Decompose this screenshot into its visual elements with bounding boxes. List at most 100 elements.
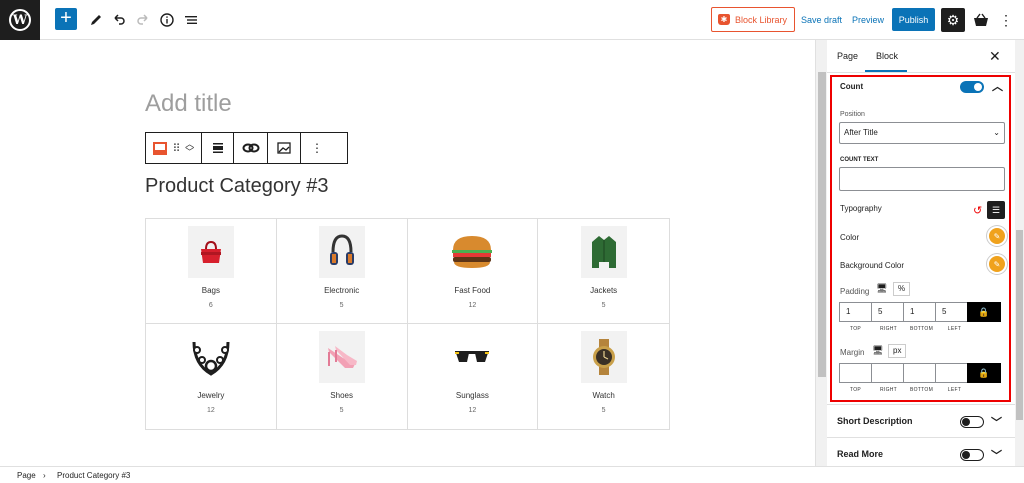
chevron-up-icon[interactable]: ︿ — [992, 78, 1003, 94]
link-button[interactable] — [234, 133, 268, 163]
category-name: Bags — [201, 286, 220, 295]
save-draft-button[interactable]: Save draft — [801, 15, 842, 25]
margin-top-input[interactable] — [839, 363, 872, 383]
close-icon[interactable]: ✕ — [989, 48, 1001, 65]
edit-pencil-icon[interactable] — [84, 8, 108, 32]
margin-right-input[interactable] — [871, 363, 904, 383]
category-count: 6 — [208, 302, 213, 309]
reset-icon[interactable]: ↺ — [973, 204, 982, 217]
margin-left-input[interactable] — [935, 363, 968, 383]
read-more-toggle[interactable] — [960, 449, 984, 461]
category-card[interactable]: Watch 5 — [538, 324, 669, 429]
list-view-icon[interactable] — [179, 8, 203, 32]
count-text-label: COUNT TEXT — [840, 157, 879, 163]
short-description-toggle[interactable] — [960, 416, 984, 428]
margin-bottom-input[interactable] — [903, 363, 936, 383]
block-toolbar: ⠿ ︿ ﹀ ⋮ — [145, 132, 348, 164]
category-count: 5 — [601, 407, 606, 414]
margin-unit-selector[interactable]: px — [888, 344, 907, 358]
desktop-device-icon[interactable]: 🖥 — [876, 283, 887, 294]
block-library-button[interactable]: ✱ Block Library — [711, 7, 795, 32]
block-type-button[interactable]: ⠿ ︿ ﹀ — [146, 133, 202, 163]
details-info-icon[interactable] — [155, 8, 179, 32]
drag-handle-icon[interactable]: ⠿ — [172, 142, 180, 155]
chevron-down-icon[interactable]: ﹀ — [991, 414, 1002, 430]
align-button[interactable] — [202, 133, 234, 163]
padding-label: Padding — [840, 287, 870, 296]
desktop-device-icon[interactable]: 🖥 — [872, 345, 883, 356]
position-label: Position — [840, 111, 865, 118]
top-label: TOP — [849, 387, 862, 393]
padding-unit-selector[interactable]: % — [893, 282, 911, 296]
category-name: Fast Food — [454, 286, 491, 295]
category-card[interactable]: Shoes 5 — [277, 324, 408, 429]
category-card[interactable]: Fast Food 12 — [407, 219, 539, 324]
category-card[interactable]: Bags 6 — [146, 219, 277, 324]
padding-side-labels: TOP RIGHT BOTTOM LEFT — [839, 326, 971, 332]
lock-icon[interactable]: 🔒 — [967, 363, 1001, 383]
necklace-icon — [187, 331, 234, 383]
color-picker-swatch[interactable]: ✎ — [989, 228, 1005, 244]
padding-top-input[interactable]: 1 — [839, 302, 872, 322]
category-card[interactable]: Jewelry 12 — [146, 324, 277, 429]
publish-button[interactable]: Publish — [892, 8, 935, 31]
breadcrumb-separator-icon: › — [43, 471, 46, 480]
padding-left-input[interactable]: 5 — [935, 302, 968, 322]
options-kebab-icon[interactable]: ⋮ — [998, 8, 1014, 32]
sunglasses-icon — [449, 331, 496, 383]
bottom-label: BOTTOM — [909, 387, 934, 393]
category-name: Watch — [592, 391, 615, 400]
category-count: 12 — [206, 407, 215, 414]
top-label: TOP — [849, 326, 862, 332]
canvas-scrollbar-thumb[interactable] — [818, 72, 826, 377]
padding-bottom-input[interactable]: 1 — [903, 302, 936, 322]
post-title-input[interactable]: Add title — [145, 90, 232, 118]
shopping-bag-icon: ✱ — [718, 14, 730, 25]
handbag-icon — [187, 226, 234, 278]
undo-icon[interactable] — [107, 8, 131, 32]
block-library-label: Block Library — [735, 14, 788, 25]
category-count: 5 — [339, 407, 344, 414]
count-label: Count — [840, 82, 864, 91]
sidebar-scrollbar-thumb[interactable] — [1016, 230, 1023, 420]
breadcrumb-block[interactable]: Product Category #3 — [57, 471, 130, 480]
add-block-button[interactable]: + — [55, 8, 77, 30]
wristwatch-icon — [580, 331, 627, 383]
category-card[interactable]: Sunglass 12 — [408, 324, 539, 429]
basket-icon[interactable] — [970, 8, 992, 32]
breadcrumb-page[interactable]: Page — [17, 471, 36, 480]
settings-gear-icon[interactable]: ⚙ — [941, 8, 965, 32]
category-name: Electronic — [324, 286, 360, 295]
margin-label: Margin — [840, 348, 865, 357]
count-text-input[interactable] — [839, 167, 1005, 191]
image-button[interactable] — [268, 133, 301, 163]
tab-block[interactable]: Block — [876, 51, 898, 61]
tab-page[interactable]: Page — [837, 51, 858, 61]
padding-right-input[interactable]: 5 — [871, 302, 904, 322]
category-card[interactable]: Jackets 5 — [538, 219, 669, 324]
category-name: Jackets — [590, 286, 618, 295]
typography-settings-icon[interactable]: ☰ — [987, 201, 1005, 219]
background-color-picker-swatch[interactable]: ✎ — [989, 256, 1005, 272]
category-card[interactable]: Electronic 5 — [276, 219, 408, 324]
align-icon — [212, 143, 223, 153]
sidebar-scrollbar[interactable] — [1015, 40, 1024, 466]
typography-label: Typography — [840, 204, 882, 213]
lock-icon[interactable]: 🔒 — [967, 302, 1001, 322]
move-up-down-icon[interactable]: ︿ ﹀ — [185, 140, 194, 157]
chevron-down-icon[interactable]: ﹀ — [991, 447, 1002, 463]
image-icon — [277, 142, 291, 154]
left-label: LEFT — [947, 387, 962, 393]
margin-side-labels: TOP RIGHT BOTTOM LEFT — [839, 387, 971, 393]
burger-icon — [449, 226, 496, 278]
redo-icon[interactable] — [131, 8, 155, 32]
count-toggle[interactable] — [960, 81, 984, 93]
background-color-label: Background Color — [840, 261, 905, 270]
product-category-heading[interactable]: Product Category #3 — [145, 175, 328, 198]
preview-button[interactable]: Preview — [852, 15, 884, 25]
position-select[interactable]: After Title ⌄ — [839, 122, 1005, 144]
short-description-section[interactable]: Short Description ﹀ — [827, 404, 1015, 437]
more-options-button[interactable]: ⋮ — [301, 133, 333, 163]
wordpress-logo[interactable]: W — [0, 0, 40, 40]
canvas-scrollbar[interactable] — [815, 40, 827, 466]
